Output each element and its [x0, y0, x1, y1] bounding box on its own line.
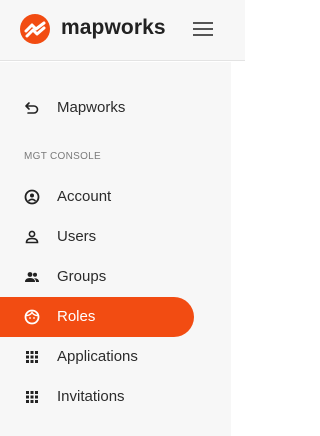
- sidebar-item-label: Account: [57, 188, 112, 205]
- back-arrow-icon: [25, 102, 39, 114]
- person-icon: [25, 230, 39, 244]
- sidebar-item-applications[interactable]: Applications: [0, 337, 194, 377]
- sidebar-item-label: Roles: [57, 308, 96, 325]
- back-link-label: Mapworks: [57, 99, 126, 116]
- brand-name: mapworks: [61, 16, 166, 39]
- sidebar-item-invitations[interactable]: Invitations: [0, 377, 194, 417]
- sidebar-item-roles[interactable]: Roles: [0, 297, 194, 337]
- sidebar-item-label: Groups: [57, 268, 107, 285]
- face-icon: [24, 309, 40, 325]
- mapworks-logo-icon: [20, 14, 50, 44]
- sidebar-item-label: Invitations: [57, 388, 125, 405]
- sidebar-item-users[interactable]: Users: [0, 217, 194, 257]
- apps-grid-icon: [26, 351, 38, 363]
- hamburger-icon[interactable]: [193, 22, 215, 40]
- content-edge: [231, 62, 245, 436]
- sidebar-item-label: Users: [57, 228, 97, 245]
- section-title: MGT CONSOLE: [24, 151, 102, 162]
- top-bar: mapworks: [0, 0, 245, 61]
- sidebar-item-account[interactable]: Account: [0, 177, 194, 217]
- account-circle-icon: [24, 189, 40, 205]
- back-to-mapworks-link[interactable]: Mapworks: [0, 88, 194, 128]
- groups-icon: [25, 272, 39, 282]
- sidebar-item-groups[interactable]: Groups: [0, 257, 194, 297]
- apps-grid-icon: [26, 391, 38, 403]
- sidebar-item-label: Applications: [57, 348, 138, 365]
